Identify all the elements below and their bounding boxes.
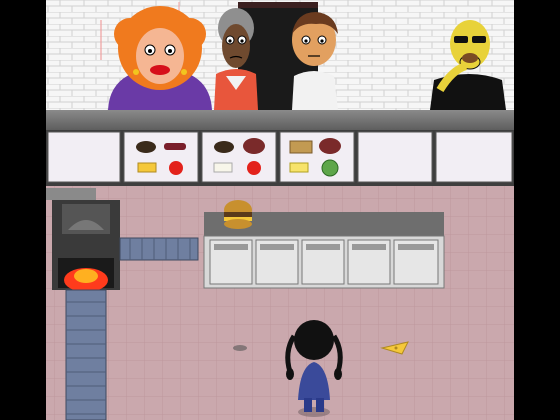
prep-drawer[interactable] [255, 239, 299, 285]
game-scene [0, 0, 560, 420]
swiss-cheese-icon [289, 162, 309, 173]
counter-panel-left [47, 131, 121, 183]
conveyor-belt-horizontal [119, 237, 199, 261]
order-tray-4[interactable] [357, 131, 433, 183]
prep-drawer[interactable] [347, 239, 391, 285]
order-tray-3[interactable] [279, 131, 355, 183]
sausage-icon [164, 143, 186, 150]
order-tray-2[interactable] [201, 131, 277, 183]
order-tray-1[interactable] [123, 131, 199, 183]
bun-bottom-icon [214, 141, 234, 153]
prep-drawer[interactable] [209, 239, 253, 285]
front-counter-top [46, 110, 514, 130]
melon-icon [321, 159, 339, 177]
onion-icon [213, 162, 233, 173]
cheese-icon [137, 162, 157, 173]
burger-icon[interactable] [224, 200, 252, 229]
customer-red-hair-woman[interactable] [108, 6, 212, 110]
prep-drawer[interactable] [393, 239, 439, 285]
tomato-icon [247, 161, 261, 175]
bun-bottom-icon [136, 141, 156, 153]
bread-icon [289, 140, 313, 154]
prep-drawer[interactable] [301, 239, 345, 285]
ham-icon [319, 138, 341, 154]
oven[interactable] [52, 200, 120, 292]
order-tray-5[interactable] [435, 131, 513, 183]
tomato-icon [169, 161, 183, 175]
ham-icon [243, 138, 265, 154]
floor-shadow [233, 345, 247, 351]
